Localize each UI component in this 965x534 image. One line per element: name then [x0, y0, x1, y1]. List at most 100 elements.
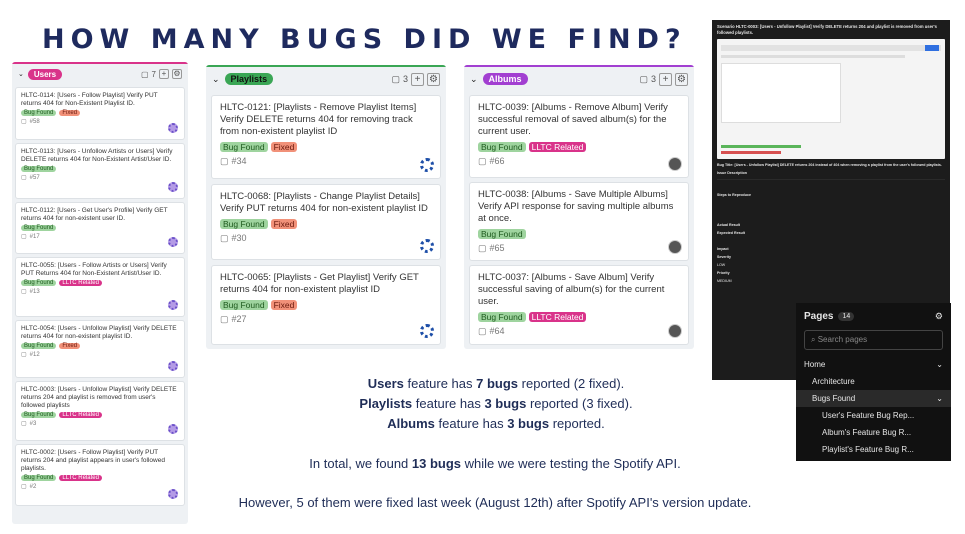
label-tag[interactable]: LLTC Related: [528, 311, 587, 322]
card[interactable]: HLTC-0055: [Users - Follow Artists or Us…: [15, 257, 185, 317]
label-tag[interactable]: LLTC Related: [59, 412, 102, 419]
label-tag[interactable]: Bug Found: [21, 225, 57, 232]
page-item-playlists-bugs[interactable]: Playlist's Feature Bug R...: [796, 441, 951, 458]
card-id: #17: [29, 233, 40, 240]
card[interactable]: HLTC-0037: [Albums - Save Album] Verify …: [469, 265, 689, 345]
avatar[interactable]: [168, 361, 178, 371]
chevron-down-icon[interactable]: ⌄: [470, 74, 478, 85]
card[interactable]: HLTC-0112: [Users - Get User's Profile] …: [15, 202, 185, 254]
gear-icon[interactable]: ⚙: [935, 311, 943, 322]
page-item-users-bugs[interactable]: User's Feature Bug Rep...: [796, 407, 951, 424]
label-tag[interactable]: LLTC Related: [59, 280, 102, 287]
label-tag[interactable]: LLTC Related: [528, 141, 587, 152]
chevron-down-icon[interactable]: ⌄: [212, 74, 220, 85]
label-tag[interactable]: Bug Found: [478, 228, 526, 239]
avatar[interactable]: [420, 324, 434, 338]
users-count: 7: [151, 69, 156, 79]
chevron-down-icon[interactable]: ⌄: [18, 70, 24, 78]
label-tag[interactable]: Bug Found: [220, 299, 268, 310]
label-tag[interactable]: Fixed: [59, 110, 81, 117]
card[interactable]: HLTC-0054: [Users - Unfollow Playlist] V…: [15, 320, 185, 378]
add-icon[interactable]: +: [159, 69, 169, 79]
card[interactable]: HLTC-0039: [Albums - Remove Album] Verif…: [469, 95, 689, 178]
avatar[interactable]: [668, 157, 682, 171]
users-label: Users: [27, 68, 63, 80]
card[interactable]: HLTC-0038: [Albums - Save Multiple Album…: [469, 182, 689, 261]
pages-count: 14: [838, 312, 855, 321]
card-meta: ▢ #34: [220, 156, 432, 167]
gear-icon[interactable]: ⚙: [427, 72, 440, 86]
issue-icon: ▢: [220, 313, 229, 324]
label-tag[interactable]: LLTC Related: [59, 475, 102, 482]
page-item-home[interactable]: Home ⌄: [796, 356, 951, 373]
card-meta: ▢ #65: [478, 243, 680, 254]
card[interactable]: HLTC-0068: [Playlists - Change Playlist …: [211, 184, 441, 260]
label-tag[interactable]: Fixed: [270, 299, 298, 310]
label-tag[interactable]: Bug Found: [220, 141, 268, 152]
issue-icon: ▢: [21, 484, 27, 491]
card-id: #3: [29, 420, 37, 427]
label-tag[interactable]: Bug Found: [478, 311, 526, 322]
card-title: HLTC-0054: [Users - Unfollow Playlist] V…: [21, 325, 177, 341]
avatar[interactable]: [168, 424, 178, 434]
issue-icon: ▢: [478, 155, 487, 166]
doc-bug-title: Bug Title: [Users - Unfollow Playlist] D…: [717, 162, 942, 167]
avatar[interactable]: [668, 240, 682, 254]
label-tag[interactable]: Fixed: [270, 141, 298, 152]
playlists-label: Playlists: [224, 73, 274, 85]
avatar[interactable]: [668, 324, 682, 338]
issue-icon: ▢: [21, 175, 27, 182]
doc-severity-heading: Severity: [717, 254, 731, 259]
label-tag[interactable]: Bug Found: [478, 141, 526, 152]
card[interactable]: HLTC-0121: [Playlists - Remove Playlist …: [211, 95, 441, 179]
card-id: #66: [489, 156, 505, 167]
avatar[interactable]: [168, 300, 178, 310]
label-tag[interactable]: Bug Found: [21, 280, 57, 287]
card[interactable]: HLTC-0065: [Playlists - Get Playlist] Ve…: [211, 265, 441, 345]
page-item-albums-bugs[interactable]: Album's Feature Bug R...: [796, 424, 951, 441]
card-meta: ▢ #2: [21, 483, 179, 491]
avatar[interactable]: [168, 182, 178, 192]
label-tag[interactable]: Bug Found: [220, 218, 268, 229]
avatar[interactable]: [168, 489, 178, 499]
card[interactable]: HLTC-0113: [Users - Unfollow Artists or …: [15, 143, 185, 199]
label-tag[interactable]: Fixed: [270, 218, 298, 229]
search-input[interactable]: ⌕ Search pages: [804, 330, 943, 350]
card-title: HLTC-0112: [Users - Get User's Profile] …: [21, 207, 168, 223]
summary-line-playlists: Playlists feature has 3 bugs reported (3…: [359, 396, 633, 411]
card-meta: ▢ #27: [220, 314, 432, 325]
label-tag[interactable]: Bug Found: [21, 166, 57, 173]
add-icon[interactable]: +: [411, 72, 424, 86]
label-tag[interactable]: Bug Found: [21, 412, 57, 419]
card-tags: Bug Found Fixed: [220, 141, 432, 152]
avatar[interactable]: [420, 158, 434, 172]
label-tag[interactable]: Fixed: [59, 343, 81, 350]
card-title: HLTC-0037: [Albums - Save Album] Verify …: [478, 272, 665, 307]
pages-sidebar: Pages 14 ⚙ ⌕ Search pages Home ⌄ Architec…: [796, 303, 951, 461]
doc-impact-heading: Impact: [717, 246, 729, 251]
doc-priority-heading: Priority: [717, 271, 730, 275]
avatar[interactable]: [420, 239, 434, 253]
card-meta: ▢ #3: [21, 420, 179, 428]
label-tag[interactable]: Bug Found: [21, 475, 57, 482]
page-item-bugs-found[interactable]: Bugs Found ⌄: [796, 390, 951, 407]
add-icon[interactable]: +: [659, 72, 672, 86]
card-title: HLTC-0055: [Users - Follow Artists or Us…: [21, 262, 167, 278]
label-tag[interactable]: Bug Found: [21, 343, 57, 350]
gear-icon[interactable]: ⚙: [675, 72, 688, 86]
card-id: #13: [29, 288, 40, 295]
gear-icon[interactable]: ⚙: [172, 69, 182, 79]
postman-screenshot: [717, 38, 945, 159]
page-icon: ▢: [140, 69, 149, 79]
card[interactable]: HLTC-0003: [Users - Unfollow Playlist] V…: [15, 381, 185, 441]
card[interactable]: HLTC-0002: [Users - Follow Playlist] Ver…: [15, 444, 185, 506]
avatar[interactable]: [168, 123, 178, 133]
albums-column-header: ⌄ Albums ▢ 3 + ⚙: [464, 65, 694, 91]
card-tags: Bug Found LLTC Related: [21, 412, 179, 419]
page-item-architecture[interactable]: Architecture: [796, 373, 951, 390]
card-meta: ▢ #17: [21, 233, 179, 241]
label-tag[interactable]: Bug Found: [21, 110, 57, 117]
avatar[interactable]: [168, 237, 178, 247]
card[interactable]: HLTC-0114: [Users - Follow Playlist] Ver…: [15, 87, 185, 140]
summary-line-users: Users feature has 7 bugs reported (2 fix…: [367, 376, 625, 391]
